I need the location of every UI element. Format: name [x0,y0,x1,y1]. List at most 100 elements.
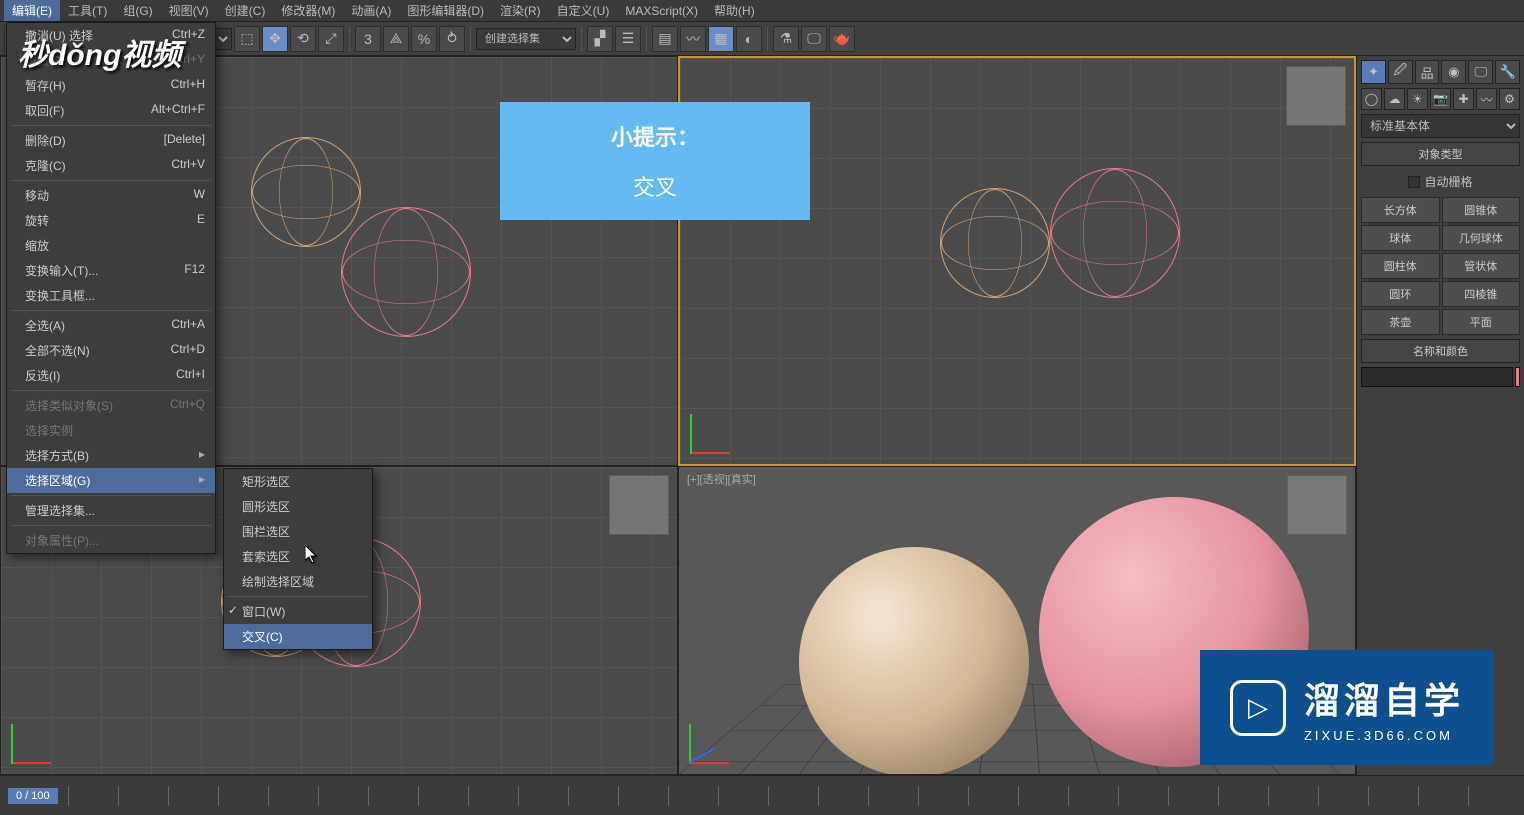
menu-item[interactable]: 暂存(H)Ctrl+H [7,73,215,98]
menu-编辑e[interactable]: 编辑(E) [4,0,60,21]
motion-tab[interactable]: ◉ [1441,60,1466,84]
primitive-button[interactable]: 几何球体 [1442,225,1521,251]
spacewarps-category[interactable]: 〰 [1476,88,1497,110]
menu-帮助h[interactable]: 帮助(H) [706,0,763,21]
object-type-grid: 长方体圆锥体球体几何球体圆柱体管状体圆环四棱锥茶壶平面 [1361,197,1520,335]
submenu-item[interactable]: 矩形选区 [224,469,372,494]
menu-item[interactable]: 全部不选(N)Ctrl+D [7,338,215,363]
menu-item[interactable]: 取回(F)Alt+Ctrl+F [7,98,215,123]
wireframe-sphere-tan[interactable] [940,188,1050,298]
primitive-button[interactable]: 长方体 [1361,197,1440,223]
primitive-button[interactable]: 平面 [1442,309,1521,335]
create-tab[interactable]: ✦ [1361,60,1386,84]
sphere-tan[interactable] [799,547,1029,775]
menu-item[interactable]: 变换输入(T)...F12 [7,258,215,283]
menu-图形编辑器d[interactable]: 图形编辑器(D) [399,0,492,21]
viewcube[interactable] [1287,475,1347,535]
modify-tab[interactable]: 🖉 [1388,60,1413,84]
submenu-item[interactable]: 圆形选区 [224,494,372,519]
selection-region-submenu[interactable]: 矩形选区圆形选区围栏选区套索选区绘制选择区域 ✓窗口(W)交叉(C) [223,468,373,650]
menu-item[interactable]: 全选(A)Ctrl+A [7,313,215,338]
autogrid-row[interactable]: 自动栅格 [1361,170,1520,193]
select-button[interactable]: ⬚ [234,26,260,52]
geometry-category[interactable]: ◯ [1361,88,1382,110]
menu-渲染r[interactable]: 渲染(R) [492,0,549,21]
utilities-tab[interactable]: 🔧 [1495,60,1520,84]
menu-item[interactable]: 变换工具框... [7,283,215,308]
scale-button[interactable]: ⤢ [318,26,344,52]
wireframe-sphere-pink[interactable] [341,207,471,337]
menu-item[interactable]: 选择方式(B)▸ [7,443,215,468]
submenu-item[interactable]: ✓窗口(W) [224,599,372,624]
render-button[interactable]: 🫖 [829,26,855,52]
align-button[interactable]: ☰ [615,26,641,52]
menu-item[interactable]: 移动W [7,183,215,208]
rotate-button[interactable]: ⟲ [290,26,316,52]
menu-动画a[interactable]: 动画(A) [343,0,399,21]
primitive-button[interactable]: 茶壶 [1361,309,1440,335]
wireframe-sphere-pink[interactable] [1050,168,1180,298]
submenu-item[interactable]: 套索选区 [224,544,372,569]
schematic-view-button[interactable]: ▦ [708,26,734,52]
watermark: ▷ 溜溜自学 ZIXUE.3D66.COM [1200,650,1494,765]
render-frame-button[interactable]: 🖵 [801,26,827,52]
primitive-button[interactable]: 圆锥体 [1442,197,1521,223]
timeline-ticks[interactable] [68,786,1516,806]
menu-自定义u[interactable]: 自定义(U) [549,0,618,21]
systems-category[interactable]: ⚙ [1499,88,1520,110]
curve-editor-button[interactable]: 〰 [680,26,706,52]
submenu-item[interactable]: 围栏选区 [224,519,372,544]
menu-item[interactable]: 删除(D)[Delete] [7,128,215,153]
shapes-category[interactable]: ☁ [1384,88,1405,110]
object-color-swatch[interactable] [1515,367,1520,387]
primitive-button[interactable]: 管状体 [1442,253,1521,279]
menubar: 编辑(E)工具(T)组(G)视图(V)创建(C)修改器(M)动画(A)图形编辑器… [0,0,1524,22]
wireframe-sphere-tan[interactable] [251,137,361,247]
menu-创建c[interactable]: 创建(C) [217,0,274,21]
primitive-button[interactable]: 球体 [1361,225,1440,251]
viewcube[interactable] [609,475,669,535]
lights-category[interactable]: ☀ [1407,88,1428,110]
helpers-category[interactable]: ✚ [1453,88,1474,110]
spinner-snap[interactable]: ⥁ [439,26,465,52]
menu-item[interactable]: 缩放 [7,233,215,258]
mirror-button[interactable]: ▞ [587,26,613,52]
primitive-button[interactable]: 圆柱体 [1361,253,1440,279]
object-name-input[interactable] [1361,367,1513,387]
edit-menu[interactable]: 撤消(U) 选择Ctrl+Z重做(R)Ctrl+Y暂存(H)Ctrl+H取回(F… [6,22,216,554]
name-color-row [1361,367,1520,387]
percent-snap[interactable]: % [411,26,437,52]
layers-button[interactable]: ▤ [652,26,678,52]
menu-item[interactable]: 管理选择集... [7,498,215,523]
frame-indicator[interactable]: 0 / 100 [8,788,58,804]
submenu-item[interactable]: 绘制选择区域 [224,569,372,594]
menu-工具t[interactable]: 工具(T) [60,0,115,21]
angle-snap[interactable]: ⟁ [383,26,409,52]
primitive-type-dropdown[interactable]: 标准基本体 [1361,114,1520,138]
primitive-button[interactable]: 圆环 [1361,281,1440,307]
menu-maxscriptx[interactable]: MAXScript(X) [617,2,706,20]
menu-item[interactable]: 选择区域(G)▸ [7,468,215,493]
display-tab[interactable]: 🖵 [1468,60,1493,84]
render-setup-button[interactable]: ⚗ [773,26,799,52]
timeline[interactable]: 0 / 100 [0,775,1524,815]
menu-视图v[interactable]: 视图(V) [161,0,217,21]
menu-修改器m[interactable]: 修改器(M) [273,0,343,21]
viewcube[interactable] [1286,66,1346,126]
autogrid-checkbox[interactable] [1408,176,1420,188]
menu-组g[interactable]: 组(G) [115,0,160,21]
axis-gizmo [11,714,61,764]
named-selection-dropdown[interactable]: 创建选择集 [476,28,576,50]
menu-item: 选择实例 [7,418,215,443]
menu-item[interactable]: 反选(I)Ctrl+I [7,363,215,388]
menu-item[interactable]: 克隆(C)Ctrl+V [7,153,215,178]
submenu-item[interactable]: 交叉(C) [224,624,372,649]
snap-toggle[interactable]: 3 [355,26,381,52]
move-button[interactable]: ✥ [262,26,288,52]
primitive-button[interactable]: 四棱锥 [1442,281,1521,307]
material-editor-button[interactable]: ◐ [736,26,762,52]
hierarchy-tab[interactable]: 品 [1415,60,1440,84]
viewport-label[interactable]: [+][透视][真实] [687,471,756,487]
cameras-category[interactable]: 📷 [1430,88,1451,110]
menu-item[interactable]: 旋转E [7,208,215,233]
